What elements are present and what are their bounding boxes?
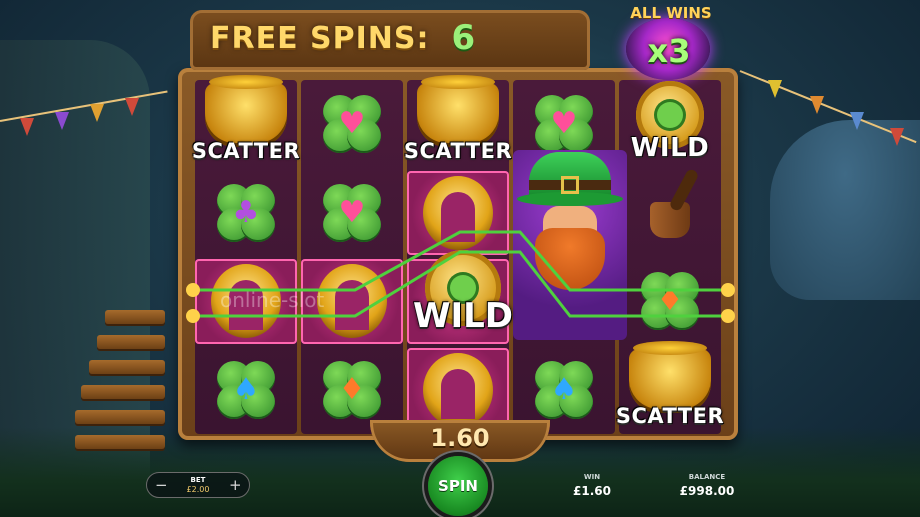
multiplier-label: ALL WINS: [630, 4, 712, 22]
balance-label: BALANCE: [688, 473, 726, 481]
win-display: WIN £1.60: [572, 473, 612, 498]
scatter-label: SCATTER: [403, 138, 513, 163]
clover-diamond-icon: ♦: [321, 359, 383, 421]
bet-display: BET £2.00: [186, 475, 210, 494]
clover-heart-icon: ♥: [321, 182, 383, 244]
free-spins-counter: FREE SPINS: 6: [210, 17, 476, 59]
watermark: online-slot: [220, 288, 325, 312]
scatter-label: SCATTER: [191, 138, 301, 163]
wooden-stairs: [75, 290, 170, 460]
clover-heart-icon: ♥: [321, 93, 383, 155]
scatter-label: SCATTER: [615, 404, 725, 428]
multiplier-orb: ALL WINS x3: [604, 4, 732, 80]
symbol-cell: ♥: [301, 171, 403, 256]
win-plaque-amount: 1.60: [430, 424, 490, 452]
bet-value: £2.00: [186, 484, 210, 494]
free-spins-label: FREE SPINS:: [210, 20, 430, 56]
symbol-cell: [407, 170, 509, 255]
win-label: WIN: [583, 473, 601, 481]
balance-display: BALANCE £998.00: [672, 473, 742, 498]
bet-selector: − BET £2.00 +: [146, 472, 250, 498]
bet-label: BET: [190, 475, 206, 484]
background-mushroom-house: [770, 120, 920, 300]
symbol-cell: ♣: [195, 171, 297, 256]
symbol-cell: SCATTER: [616, 340, 724, 433]
clover-diamond-icon: ♦: [639, 270, 701, 332]
clover-spade-icon: ♠: [215, 359, 277, 421]
win-value: £1.60: [573, 484, 611, 498]
symbol-cell: ♦: [619, 259, 721, 344]
horseshoe-icon: [423, 352, 493, 427]
smoking-pipe-icon: [650, 201, 690, 238]
symbol-cell: WILD: [619, 81, 721, 167]
symbol-cell: SCATTER: [192, 75, 300, 167]
symbol-cell: SCATTER: [404, 75, 512, 167]
bunting-flag: [768, 80, 782, 98]
leprechaun-icon: [513, 150, 627, 340]
free-spins-count: 6: [451, 18, 477, 58]
clover-spade-icon: ♠: [533, 359, 595, 421]
wild-label: WILD: [630, 132, 710, 163]
symbol-cell: ♥: [301, 82, 403, 167]
wild-label: WILD: [412, 296, 514, 336]
bet-increase-button[interactable]: +: [229, 476, 242, 494]
balance-value: £998.00: [679, 484, 735, 498]
bet-decrease-button[interactable]: −: [155, 476, 168, 494]
symbol-cell: [619, 171, 721, 256]
symbol-cell: ♠: [195, 348, 297, 433]
multiplier-value: x3: [647, 32, 691, 70]
clover-club-icon: ♣: [215, 182, 277, 244]
horseshoe-icon: [317, 264, 387, 339]
spin-button[interactable]: SPIN: [428, 456, 488, 516]
horseshoe-icon: [423, 175, 493, 250]
clover-heart-icon: ♥: [533, 93, 595, 155]
